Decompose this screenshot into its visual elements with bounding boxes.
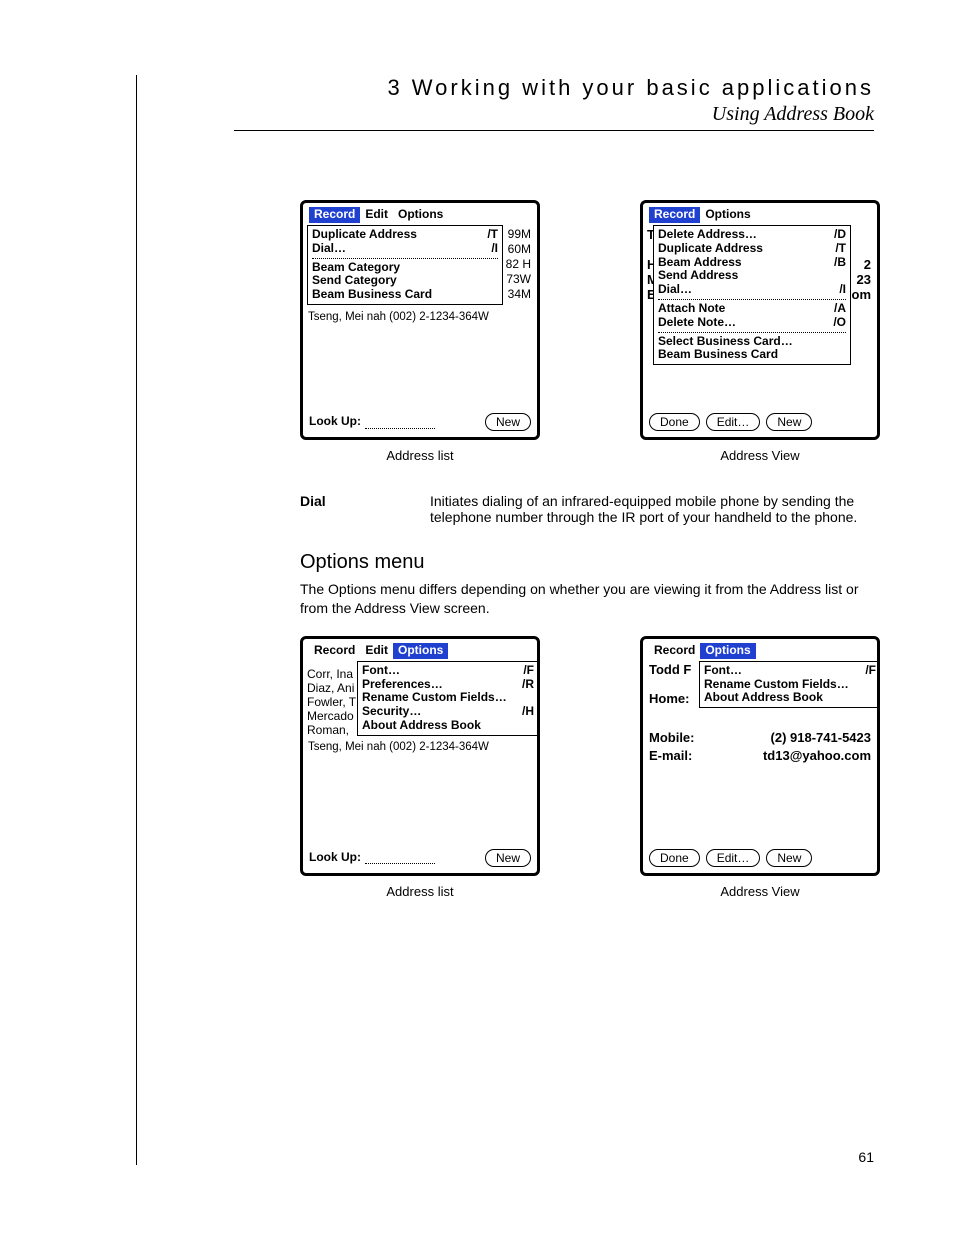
- menu-item-duplicate[interactable]: Duplicate Address/T: [658, 242, 846, 256]
- menu-item-dial[interactable]: Dial…/I: [312, 242, 498, 256]
- menu-options[interactable]: Options: [700, 643, 755, 659]
- menu-item-font[interactable]: Font…/F: [362, 664, 534, 678]
- menu-item-delete-address[interactable]: Delete Address…/D: [658, 228, 846, 242]
- field-value-email: td13@yahoo.com: [763, 749, 871, 764]
- list-row-suffix: 99M: [506, 227, 531, 242]
- chapter-title: 3 Working with your basic applications: [234, 75, 874, 101]
- edit-button[interactable]: Edit…: [706, 849, 761, 867]
- menu-options[interactable]: Options: [393, 643, 448, 659]
- menu-item-beam-card[interactable]: Beam Business Card: [312, 288, 498, 302]
- list-row-suffix: 34M: [506, 287, 531, 302]
- list-row[interactable]: Tseng, Mei nah (002) 2-1234-364W: [308, 311, 489, 324]
- done-button[interactable]: Done: [649, 413, 700, 431]
- lookup-input[interactable]: [365, 851, 435, 864]
- contact-name: Todd F: [649, 663, 691, 678]
- new-button[interactable]: New: [766, 413, 812, 431]
- menu-edit[interactable]: Edit: [360, 207, 393, 223]
- menu-bar[interactable]: Record Options: [649, 643, 871, 659]
- menu-item-attach-note[interactable]: Attach Note/A: [658, 302, 846, 316]
- menu-record[interactable]: Record: [309, 643, 360, 659]
- menu-item-select-card[interactable]: Select Business Card…: [658, 335, 846, 349]
- field-label-mobile: Mobile:: [649, 731, 695, 746]
- bg-suffix: 2: [852, 257, 872, 272]
- options-menu-intro: The Options menu differs depending on wh…: [300, 580, 880, 618]
- menu-item-beam-card[interactable]: Beam Business Card: [658, 348, 846, 362]
- new-button[interactable]: New: [485, 849, 531, 867]
- menu-item-security[interactable]: Security…/H: [362, 705, 534, 719]
- screenshot-address-view-record-menu: Record Options T H M E 2 23 om: [640, 200, 880, 440]
- bg-suffix: 23: [852, 272, 872, 287]
- menu-record[interactable]: Record: [649, 207, 700, 223]
- list-row[interactable]: Corr, Ina: [307, 667, 356, 681]
- menu-item-beam-address[interactable]: Beam Address/B: [658, 256, 846, 270]
- figure-caption: Address View: [720, 448, 799, 463]
- menu-item-delete-note[interactable]: Delete Note…/O: [658, 316, 846, 330]
- definition-term: Dial: [300, 493, 390, 525]
- list-row[interactable]: Tseng, Mei nah (002) 2-1234-364W: [308, 741, 489, 754]
- menu-record[interactable]: Record: [309, 207, 360, 223]
- options-menu-dropdown[interactable]: Font…/F Rename Custom Fields… About Addr…: [699, 661, 880, 708]
- bg-suffix: om: [852, 287, 872, 302]
- record-menu-dropdown[interactable]: Duplicate Address/T Dial…/I Beam Categor…: [307, 225, 503, 305]
- lookup-input[interactable]: [365, 416, 435, 429]
- lookup-label: Look Up:: [309, 415, 361, 429]
- section-title: Using Address Book: [234, 103, 874, 131]
- menu-bar[interactable]: Record Edit Options: [309, 207, 531, 223]
- list-row-suffix: 82 H: [506, 257, 531, 272]
- menu-options[interactable]: Options: [700, 207, 755, 223]
- figure-caption: Address list: [386, 884, 453, 899]
- screenshot-address-list-options-menu: Record Edit Options Corr, Ina Diaz, Ani …: [300, 636, 540, 876]
- new-button[interactable]: New: [485, 413, 531, 431]
- list-row-suffix: 60M: [506, 242, 531, 257]
- menu-item-about[interactable]: About Address Book: [362, 719, 534, 733]
- field-value-mobile: (2) 918-741-5423: [771, 731, 871, 746]
- list-row[interactable]: Roman,: [307, 723, 356, 737]
- menu-item-rename-fields[interactable]: Rename Custom Fields…: [362, 691, 534, 705]
- list-row[interactable]: Fowler, T: [307, 695, 356, 709]
- record-menu-dropdown[interactable]: Delete Address…/D Duplicate Address/T Be…: [653, 225, 851, 365]
- field-label-home: Home:: [649, 692, 689, 707]
- menu-options[interactable]: Options: [393, 207, 448, 223]
- menu-item-preferences[interactable]: Preferences…/R: [362, 678, 534, 692]
- menu-item-font[interactable]: Font…/F: [704, 664, 876, 678]
- menu-item-duplicate[interactable]: Duplicate Address/T: [312, 228, 498, 242]
- figure-caption: Address View: [720, 884, 799, 899]
- list-row[interactable]: Mercado: [307, 709, 356, 723]
- list-row[interactable]: Diaz, Ani: [307, 681, 356, 695]
- menu-bar[interactable]: Record Edit Options: [309, 643, 531, 659]
- menu-item-send-category[interactable]: Send Category: [312, 274, 498, 288]
- menu-record[interactable]: Record: [649, 643, 700, 659]
- menu-bar[interactable]: Record Options: [649, 207, 871, 223]
- menu-item-send-address[interactable]: Send Address: [658, 269, 846, 283]
- edit-button[interactable]: Edit…: [706, 413, 761, 431]
- screenshot-address-view-options-menu: Record Options Todd F Font…/F Rename Cus…: [640, 636, 880, 876]
- screenshot-address-list-record-menu: Record Edit Options C D F M R 99M 60M: [300, 200, 540, 440]
- page-number: 61: [858, 1149, 874, 1165]
- field-label-email: E-mail:: [649, 749, 692, 764]
- figure-caption: Address list: [386, 448, 453, 463]
- heading-options-menu: Options menu: [300, 551, 880, 574]
- menu-item-rename-fields[interactable]: Rename Custom Fields…: [704, 678, 876, 692]
- menu-item-about[interactable]: About Address Book: [704, 691, 876, 705]
- menu-item-dial[interactable]: Dial…/I: [658, 283, 846, 297]
- options-menu-dropdown[interactable]: Font…/F Preferences…/R Rename Custom Fie…: [357, 661, 539, 736]
- new-button[interactable]: New: [766, 849, 812, 867]
- definition-body: Initiates dialing of an infrared-equippe…: [430, 493, 880, 525]
- list-row-suffix: 73W: [506, 272, 531, 287]
- menu-item-beam-category[interactable]: Beam Category: [312, 261, 498, 275]
- lookup-label: Look Up:: [309, 851, 361, 865]
- done-button[interactable]: Done: [649, 849, 700, 867]
- menu-edit[interactable]: Edit: [360, 643, 393, 659]
